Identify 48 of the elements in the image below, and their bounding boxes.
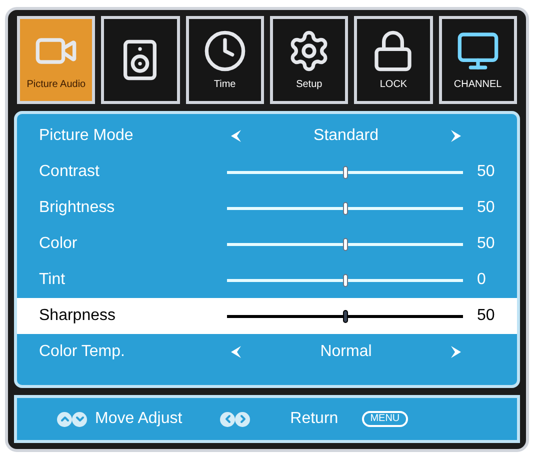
setting-label: Color [39,234,78,254]
clock-icon [202,28,247,72]
menu-tab[interactable] [101,16,180,104]
setting-label: Tint [39,270,66,290]
setting-label: Picture Mode [39,126,134,146]
menu-tab[interactable]: Setup [270,16,348,104]
down-button-icon [72,412,87,426]
tab-label: Setup [296,78,322,92]
menu-tab[interactable]: CHANNEL [438,16,517,104]
setting-label: Color Temp. [39,342,126,362]
tab-label: LOCK [380,78,408,92]
value-reading: 50 [477,306,495,326]
slider-track[interactable] [227,202,463,214]
left-arrow-icon[interactable] [231,130,241,142]
value-reading: 50 [477,198,495,218]
value-reading: 50 [477,162,495,182]
left-arrow-icon[interactable] [231,346,241,358]
left-button-icon [220,412,236,426]
setting-label: Sharpness [39,306,116,326]
option-value: Standard [314,126,378,146]
slider-thumb[interactable] [343,166,348,178]
hint-text: Move Adjust [95,409,182,429]
right-arrow-icon[interactable] [451,346,461,358]
hint-text: Return [290,409,338,429]
slider-thumb[interactable] [343,274,348,286]
slider-track[interactable] [227,274,463,286]
value-reading: 50 [477,234,495,254]
up-button-icon [57,412,72,426]
value-reading: 0 [477,270,486,290]
menu-tab[interactable]: Time [186,16,264,104]
menu-row[interactable]: Sharpness 50 [17,298,517,334]
slider-track[interactable] [227,166,463,178]
right-arrow-icon[interactable] [451,130,461,142]
tab-label: CHANNEL [454,78,502,92]
menu-tab[interactable]: LOCK [354,16,433,104]
setting-label: Contrast [39,162,100,182]
tab-label: Picture Audio [26,78,86,92]
slider-thumb[interactable] [343,310,348,322]
slider-thumb[interactable] [343,238,348,250]
menu-tab[interactable]: Picture Audio [17,16,96,104]
menu-key: MENU [362,411,408,427]
setting-label: Brightness [39,198,116,218]
option-value: Normal [320,342,372,362]
slider-thumb[interactable] [343,202,348,214]
slider-track[interactable] [227,310,463,322]
slider-track[interactable] [227,238,463,250]
right-button-icon [235,412,250,426]
tab-label: Time [214,78,236,92]
